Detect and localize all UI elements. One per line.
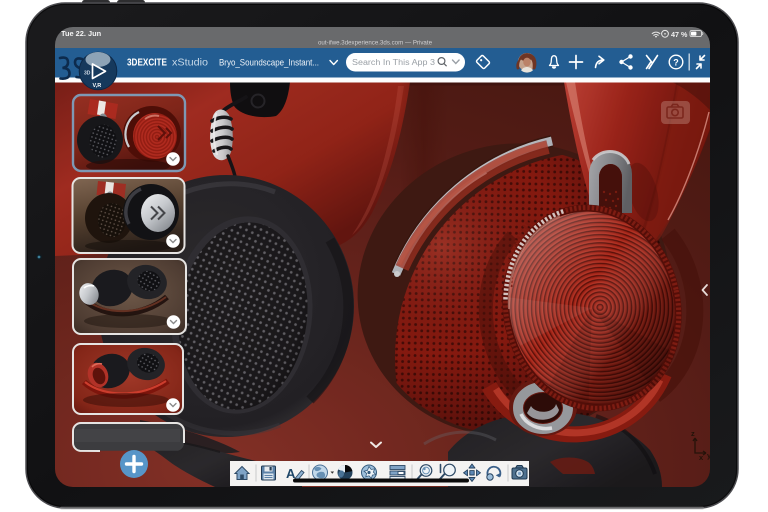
svg-text:3DEXCITE: 3DEXCITE <box>127 58 167 69</box>
svg-text:?: ? <box>673 57 679 67</box>
svg-text:47 %: 47 % <box>671 30 688 39</box>
svg-text:z: z <box>691 429 695 438</box>
svg-text:Bryo_Soundscape_Instant...: Bryo_Soundscape_Instant... <box>219 56 319 67</box>
svg-text:Search In This App 3: Search In This App 3 <box>352 58 435 67</box>
svg-text:Tue 22. Jun: Tue 22. Jun <box>61 29 102 38</box>
svg-text:V,R: V,R <box>93 83 102 89</box>
svg-text:xStudio: xStudio <box>172 58 209 69</box>
svg-text:out-ifwe.3dexperience.3ds.com: out-ifwe.3dexperience.3ds.com — Private <box>318 40 432 47</box>
svg-text:3D: 3D <box>84 71 91 77</box>
